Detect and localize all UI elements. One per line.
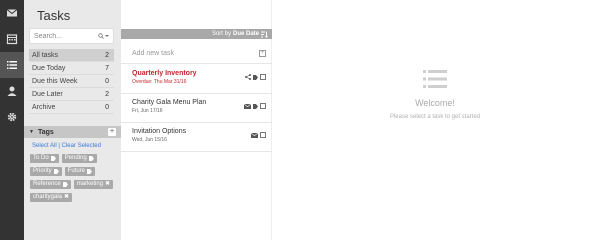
tag-chip[interactable]: To Do <box>30 154 59 163</box>
tasks-panel: Tasks All tasks 2 Due Today 7 Due this W… <box>24 0 139 240</box>
sort-icon <box>261 31 268 38</box>
add-task-row[interactable]: Add new task + <box>121 44 272 64</box>
clear-selected-link[interactable]: Clear Selected <box>62 143 101 149</box>
task-row[interactable]: Invitation Options Wed, Jun 15/16 <box>121 124 272 152</box>
task-date: Wed, Jun 15/16 <box>132 137 167 143</box>
task-icons <box>245 74 266 80</box>
tag-chip[interactable]: Future <box>64 167 96 176</box>
rail-contacts[interactable] <box>0 78 24 104</box>
tag-icon <box>253 74 258 80</box>
task-list-column: Sort by Due Date Add new task + Quarterl… <box>121 0 272 240</box>
filter-label: Archive <box>32 103 56 111</box>
select-all-link[interactable]: Select All <box>32 143 57 149</box>
task-title: Invitation Options <box>132 128 187 135</box>
caret-down-icon: ▼ <box>29 129 34 135</box>
tag-chip[interactable]: charitygala ✖ <box>30 193 73 202</box>
tag-label: To Do <box>33 155 49 161</box>
task-icons <box>244 103 266 109</box>
filter-archive[interactable]: Archive 0 <box>29 101 114 114</box>
rail-settings[interactable] <box>0 104 24 130</box>
tag-chip[interactable]: Reference <box>30 180 71 189</box>
welcome-heading: Welcome! <box>415 98 455 108</box>
tag-label: Reference <box>33 181 61 187</box>
mail-icon <box>251 132 258 138</box>
tag-label: charitygala <box>33 194 63 200</box>
remove-tag-icon[interactable]: ✖ <box>64 193 69 202</box>
tag-icon <box>50 156 56 161</box>
add-tag-button[interactable]: + <box>108 128 116 136</box>
gear-icon <box>7 112 17 122</box>
detail-pane: Welcome! Please select a task to get sta… <box>272 0 598 240</box>
filter-due-later[interactable]: Due Later 2 <box>29 88 114 101</box>
tag-icon <box>62 182 68 187</box>
tag-label: marketing <box>76 181 104 187</box>
task-checkbox[interactable] <box>260 132 266 138</box>
add-task-icon[interactable]: + <box>259 50 266 57</box>
user-icon <box>7 86 17 96</box>
search-input[interactable] <box>34 32 94 40</box>
add-task-input[interactable]: Add new task <box>132 50 174 57</box>
filter-label: Due this Week <box>32 77 78 85</box>
list-icon <box>423 70 447 88</box>
tag-icon <box>88 156 94 161</box>
filter-count: 2 <box>105 90 109 98</box>
task-row[interactable]: Quarterly Inventory Overdue: Thu Mar 31/… <box>121 66 272 94</box>
tag-label: Pending <box>64 155 87 161</box>
tags-header-label: Tags <box>37 128 54 136</box>
tag-chip[interactable]: Pending <box>61 154 97 163</box>
filter-count: 7 <box>105 64 109 72</box>
tag-label: Future <box>67 168 86 174</box>
search-options[interactable] <box>98 33 109 39</box>
calendar-icon <box>6 34 18 45</box>
welcome-hint: Please select a task to get started <box>389 114 481 120</box>
share-icon <box>245 74 251 80</box>
search-icon <box>98 33 104 39</box>
filter-count: 2 <box>105 51 109 59</box>
filter-list: All tasks 2 Due Today 7 Due this Week 0 … <box>29 49 114 114</box>
tag-icon <box>253 103 258 109</box>
app-rail <box>0 0 24 240</box>
tag-icon <box>87 169 93 174</box>
tag-actions: Select All | Clear Selected <box>32 143 101 149</box>
filter-count: 0 <box>105 103 109 111</box>
tag-chip[interactable]: marketing ✖ <box>73 180 114 189</box>
filter-label: Due Later <box>32 90 63 98</box>
tags-header[interactable]: ▼ Tags + <box>24 126 121 138</box>
rail-calendar[interactable] <box>0 26 24 52</box>
search-box[interactable] <box>29 28 114 44</box>
filter-label: All tasks <box>32 51 59 59</box>
task-checkbox[interactable] <box>260 74 266 80</box>
filter-due-this-week[interactable]: Due this Week 0 <box>29 75 114 88</box>
mail-icon <box>6 9 18 17</box>
filter-count: 0 <box>105 77 109 85</box>
panel-title: Tasks <box>37 8 71 23</box>
tag-list: To Do Pending Priority Future Reference … <box>30 154 118 202</box>
task-checkbox[interactable] <box>260 103 266 109</box>
tag-chip[interactable]: Priority <box>30 167 62 176</box>
sort-value: Due Date <box>232 31 259 37</box>
tag-icon <box>53 169 59 174</box>
chevron-down-icon <box>105 35 109 37</box>
filter-label: Due Today <box>32 64 66 72</box>
rail-tasks[interactable] <box>0 52 24 78</box>
rail-mail[interactable] <box>0 0 24 26</box>
list-icon <box>7 61 17 69</box>
sort-label: Sort by <box>211 31 231 37</box>
filter-all-tasks[interactable]: All tasks 2 <box>29 49 114 62</box>
task-icons <box>251 132 266 138</box>
sort-bar[interactable]: Sort by Due Date <box>121 29 272 39</box>
tag-label: Priority <box>33 168 52 174</box>
mail-icon <box>244 103 251 109</box>
filter-due-today[interactable]: Due Today 7 <box>29 62 114 75</box>
remove-tag-icon[interactable]: ✖ <box>105 180 110 189</box>
task-row[interactable]: Charity Gala Menu Plan Fri, Jun 17/16 <box>121 95 272 123</box>
